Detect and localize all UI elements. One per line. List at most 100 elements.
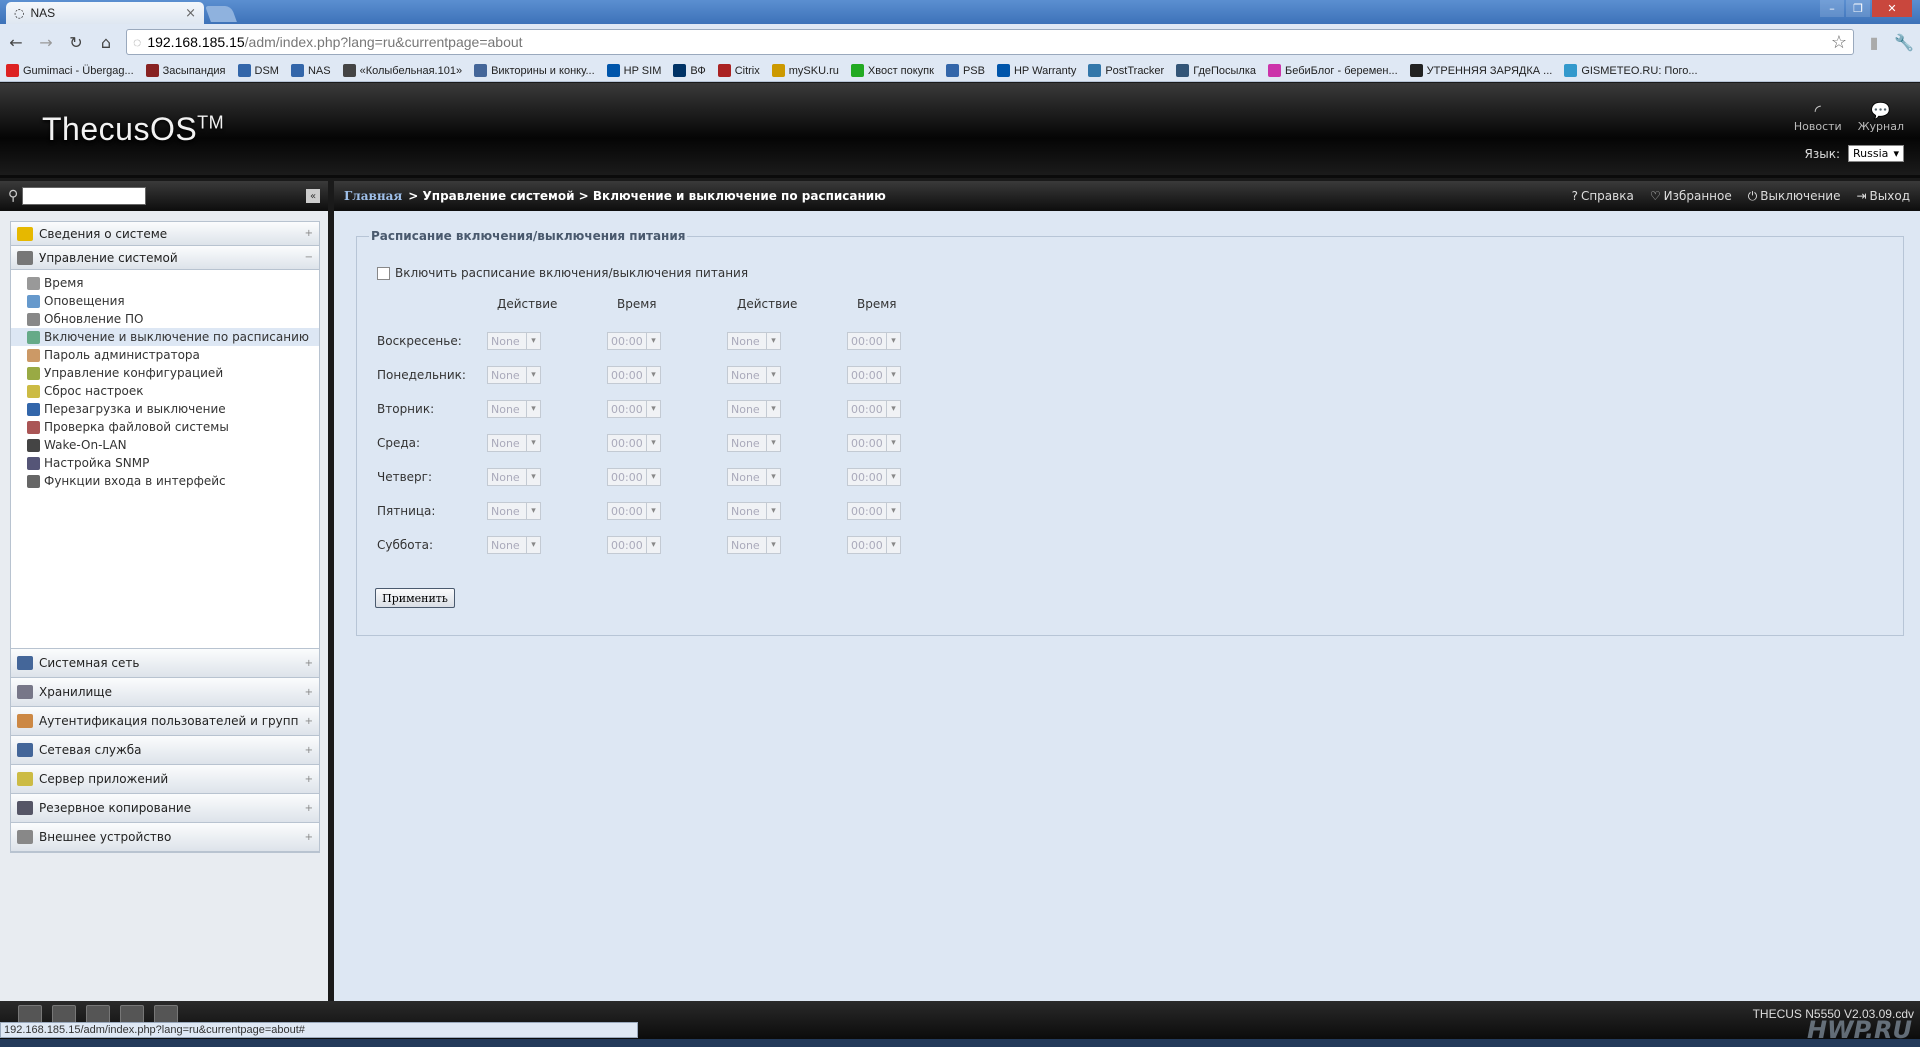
sidebar-category[interactable]: Сетевая служба + <box>11 736 319 765</box>
bookmark-item[interactable]: DSM <box>237 64 279 77</box>
time-select[interactable]: 00:00 ▾ <box>607 332 661 350</box>
bookmark-item[interactable]: Викторины и конку... <box>474 64 595 77</box>
bookmark-item[interactable]: «Колыбельная.101» <box>342 64 462 77</box>
time-select[interactable]: 00:00 ▾ <box>847 332 901 350</box>
expand-icon[interactable]: + <box>305 832 313 843</box>
bookmark-item[interactable]: Citrix <box>717 64 760 77</box>
close-window-icon[interactable]: ✕ <box>1872 0 1912 17</box>
action-select[interactable]: None ▾ <box>727 502 781 520</box>
sidebar-category[interactable]: Системная сеть + <box>11 649 319 678</box>
breadcrumb-home[interactable]: Главная <box>344 189 402 203</box>
time-select[interactable]: 00:00 ▾ <box>847 434 901 452</box>
sidebar-item[interactable]: Оповещения <box>27 292 319 310</box>
expand-icon[interactable]: + <box>305 687 313 698</box>
browser-tab[interactable]: ◌ NAS × <box>6 2 204 24</box>
expand-icon[interactable]: + <box>305 658 313 669</box>
log-button[interactable]: 💬 Журнал <box>1858 101 1904 133</box>
sidebar-item[interactable]: Сброс настроек <box>27 382 319 400</box>
time-select[interactable]: 00:00 ▾ <box>847 536 901 554</box>
address-bar[interactable]: ◌ 192.168.185.15/adm/index.php?lang=ru&c… <box>126 29 1854 55</box>
bookmark-item[interactable]: УТРЕННЯЯ ЗАРЯДКА ... <box>1409 64 1552 77</box>
minimize-icon[interactable]: – <box>1820 0 1844 17</box>
sidebar-category[interactable]: Внешнее устройство + <box>11 823 319 852</box>
shutdown-button[interactable]: ⏻ Выключение <box>1748 189 1841 204</box>
sidebar-item[interactable]: Пароль администратора <box>27 346 319 364</box>
bookmark-item[interactable]: ВФ <box>673 64 706 77</box>
bookmark-item[interactable]: HP SIM <box>606 64 661 77</box>
time-select[interactable]: 00:00 ▾ <box>847 502 901 520</box>
sidebar-item[interactable]: Функции входа в интерфейс <box>27 472 319 490</box>
bookmark-star-icon[interactable]: ☆ <box>1831 32 1847 53</box>
language-select[interactable]: Russia ▾ <box>1848 145 1904 162</box>
bookmark-item[interactable]: HP Warranty <box>996 64 1076 77</box>
expand-icon[interactable]: + <box>305 228 313 239</box>
sidebar-item[interactable]: Проверка файловой системы <box>27 418 319 436</box>
expand-icon[interactable]: + <box>305 803 313 814</box>
restore-icon[interactable]: ❐ <box>1846 0 1870 17</box>
action-select[interactable]: None ▾ <box>727 434 781 452</box>
reload-icon[interactable]: ↻ <box>66 32 86 52</box>
time-select[interactable]: 00:00 ▾ <box>607 366 661 384</box>
favorites-button[interactable]: ♡ Избранное <box>1650 189 1732 204</box>
wrench-icon[interactable]: 🔧 <box>1894 32 1914 52</box>
close-tab-icon[interactable]: × <box>185 6 196 21</box>
back-icon[interactable]: ← <box>6 32 26 52</box>
forward-icon[interactable]: → <box>36 32 56 52</box>
bookmark-item[interactable]: PostTracker <box>1088 64 1164 77</box>
time-select[interactable]: 00:00 ▾ <box>847 468 901 486</box>
action-select[interactable]: None ▾ <box>727 400 781 418</box>
sidebar-item[interactable]: Wake-On-LAN <box>27 436 319 454</box>
help-button[interactable]: ? Справка <box>1572 189 1634 204</box>
page-info-icon[interactable]: ◌ <box>133 34 141 50</box>
logout-button[interactable]: ⇥ Выход <box>1856 189 1910 204</box>
time-select[interactable]: 00:00 ▾ <box>607 536 661 554</box>
sidebar-item[interactable]: Обновление ПО <box>27 310 319 328</box>
action-select[interactable]: None ▾ <box>487 332 541 350</box>
bookmark-item[interactable]: БебиБлог - беремен... <box>1268 64 1398 77</box>
sidebar-item[interactable]: Включение и выключение по расписанию <box>11 328 319 346</box>
bookmark-item[interactable]: ГдеПосылка <box>1176 64 1256 77</box>
action-select[interactable]: None ▾ <box>487 434 541 452</box>
new-tab-button[interactable] <box>205 6 237 22</box>
time-select[interactable]: 00:00 ▾ <box>607 502 661 520</box>
expand-icon[interactable]: + <box>305 774 313 785</box>
time-select[interactable]: 00:00 ▾ <box>607 400 661 418</box>
bookmark-item[interactable]: Хвост покупк <box>850 64 934 77</box>
action-select[interactable]: None ▾ <box>727 332 781 350</box>
menu-search-input[interactable] <box>22 187 147 205</box>
time-select[interactable]: 00:00 ▾ <box>607 434 661 452</box>
sidebar-item[interactable]: Управление конфигурацией <box>27 364 319 382</box>
news-button[interactable]: ◜ Новости <box>1794 101 1842 133</box>
category-system-management[interactable]: Управление системой − <box>11 246 319 270</box>
expand-icon[interactable]: + <box>305 745 313 756</box>
action-select[interactable]: None ▾ <box>487 400 541 418</box>
category-system-info[interactable]: Сведения о системе + <box>11 222 319 246</box>
action-select[interactable]: None ▾ <box>727 366 781 384</box>
action-select[interactable]: None ▾ <box>487 366 541 384</box>
collapse-sidebar-icon[interactable]: « <box>306 189 320 203</box>
sidebar-category[interactable]: Аутентификация пользователей и групп + <box>11 707 319 736</box>
apply-button[interactable]: Применить <box>375 588 455 608</box>
bookmark-item[interactable]: PSB <box>945 64 985 77</box>
bookmark-item[interactable]: GISMETEO.RU: Пого... <box>1564 64 1698 77</box>
home-icon[interactable]: ⌂ <box>96 32 116 52</box>
action-select[interactable]: None ▾ <box>487 468 541 486</box>
action-select[interactable]: None ▾ <box>727 468 781 486</box>
collapse-icon[interactable]: − <box>305 252 313 263</box>
bookmark-item[interactable]: NAS <box>290 64 331 77</box>
action-select[interactable]: None ▾ <box>487 502 541 520</box>
enable-schedule-checkbox[interactable] <box>377 266 390 280</box>
sidebar-item[interactable]: Время <box>27 274 319 292</box>
bookmark-item[interactable]: Gumimaci - Übergag... <box>6 64 134 77</box>
action-select[interactable]: None ▾ <box>727 536 781 554</box>
bookmark-item[interactable]: mySKU.ru <box>771 64 839 77</box>
sidebar-category[interactable]: Хранилище + <box>11 678 319 707</box>
expand-icon[interactable]: + <box>305 716 313 727</box>
sidebar-item[interactable]: Перезагрузка и выключение <box>27 400 319 418</box>
action-select[interactable]: None ▾ <box>487 536 541 554</box>
sidebar-category[interactable]: Сервер приложений + <box>11 765 319 794</box>
sidebar-category[interactable]: Резервное копирование + <box>11 794 319 823</box>
time-select[interactable]: 00:00 ▾ <box>847 400 901 418</box>
sidebar-item[interactable]: Настройка SNMP <box>27 454 319 472</box>
time-select[interactable]: 00:00 ▾ <box>607 468 661 486</box>
